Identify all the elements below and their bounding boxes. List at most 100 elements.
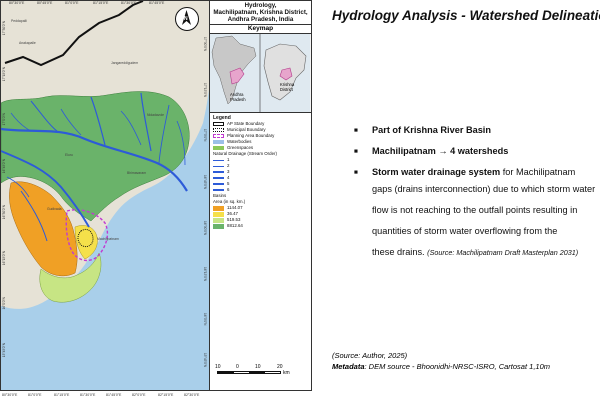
- bullet-continuation-text: these drains.: [372, 247, 425, 257]
- map-title: Hydrology, Machilipatnam, Krishna Distri…: [210, 1, 311, 23]
- tick-top: 80°30'0"E: [9, 1, 25, 5]
- place-label: Machilipatnam: [97, 237, 119, 241]
- tick-left: 15°45'0"N: [2, 343, 6, 358]
- greenspaces-swatch: [213, 146, 224, 150]
- tick-bottom: 82°0'0"E: [132, 393, 146, 397]
- scale-segment: [233, 372, 249, 373]
- tick-top: 81°0'0"E: [65, 1, 79, 5]
- municipal-boundary-swatch: [213, 128, 224, 132]
- tick-right: 16°15'0"N: [203, 267, 207, 282]
- tick-right: 17°0'0"N: [203, 129, 207, 142]
- hydrology-map: [1, 1, 209, 390]
- stream-order-line: [213, 159, 224, 161]
- legend-item: 8812.64: [213, 223, 308, 229]
- tick-right: 16°30'0"N: [203, 221, 207, 236]
- map-panel: N Peddapalli Anakapalle Jangareddigudem …: [0, 0, 312, 400]
- legend: Legend AP State Boundary Municipal Bound…: [210, 113, 311, 231]
- bullet-continuation: gaps (drains interconnection) due to whi…: [372, 184, 596, 194]
- scale-segment: [249, 372, 265, 373]
- place-label: Peddapalli: [11, 19, 27, 23]
- map-side-column: Hydrology, Machilipatnam, Krishna Distri…: [210, 0, 312, 391]
- tick-right: 17°30'0"N: [203, 37, 207, 52]
- state-boundary-swatch: [213, 122, 224, 126]
- tick-right: 16°45'0"N: [203, 175, 207, 190]
- bullet-item: Machilipatnam → 4 watersheds: [354, 145, 600, 158]
- stream-order-line: [213, 177, 224, 179]
- masterplan-source: (Source: Machilipatnam Draft Masterplan …: [427, 248, 579, 257]
- metadata-label: Metadata: [332, 362, 365, 371]
- scale-label: 10: [215, 364, 221, 370]
- metadata-line: Metadata: DEM source - Bhoonidhi-NRSC-IS…: [332, 362, 550, 371]
- tick-bottom: 82°15'0"E: [158, 393, 174, 397]
- north-arrow: N: [175, 7, 199, 31]
- tick-top: 81°45'0"E: [149, 1, 165, 5]
- bullet-item: Part of Krishna River Basin: [354, 124, 600, 137]
- bullet-list: Part of Krishna River Basin Machilipatna…: [354, 124, 600, 263]
- metadata-text: : DEM source - Bhoonidhi-NRSC-ISRO, Cart…: [364, 362, 550, 371]
- scale-bar-graphic: [217, 371, 281, 374]
- tick-left: 17°30'0"N: [2, 21, 6, 36]
- bullet-continuation: these drains. (Source: Machilipatnam Dra…: [354, 242, 600, 263]
- bullet-continuation: quantities of storm water overflowing fr…: [372, 226, 558, 236]
- planning-boundary-swatch: [213, 134, 224, 138]
- tick-left: 16°30'0"N: [2, 205, 6, 220]
- bullet-bold: Storm water drainage system: [372, 167, 501, 177]
- tick-bottom-row: 80°30'0"E 81°0'0"E 81°15'0"E 81°30'0"E 8…: [0, 392, 210, 400]
- tick-top: 81°15'0"E: [93, 1, 109, 5]
- tick-bottom: 82°30'0"E: [184, 393, 200, 397]
- keymap-label-ap: Andhra Pradesh: [230, 92, 246, 102]
- tick-bottom: 81°30'0"E: [80, 393, 96, 397]
- tick-left: 17°15'0"N: [2, 67, 6, 82]
- scale-label: 0: [236, 364, 239, 370]
- tick-top: 81°30'0"E: [121, 1, 137, 5]
- keymap-title: Keymap: [210, 24, 311, 34]
- tick-right: 16°0'0"N: [203, 313, 207, 326]
- waterbodies-swatch: [213, 140, 224, 144]
- place-label: Eluru: [65, 153, 73, 157]
- place-label: Nidadavole: [147, 113, 164, 117]
- tick-left: 16°45'0"N: [2, 159, 6, 174]
- legend-label: 8812.64: [227, 223, 243, 228]
- tick-right: 15°45'0"N: [203, 353, 207, 368]
- map-title-line: Andhra Pradesh, India: [227, 16, 294, 23]
- scale-label: 20: [277, 364, 283, 370]
- scale-segment: [264, 372, 280, 373]
- basin-swatch: [213, 223, 224, 229]
- stream-order-line: [213, 165, 224, 167]
- place-label: Anakapalle: [19, 41, 36, 45]
- slide-text-panel: Hydrology Analysis - Watershed Delineati…: [318, 0, 600, 400]
- bullet-bold: Machilipatnam → 4 watersheds: [372, 146, 509, 156]
- tick-left: 17°0'0"N: [2, 113, 6, 126]
- tick-bottom: 81°15'0"E: [54, 393, 70, 397]
- map-title-line: Hydrology,: [244, 2, 277, 9]
- place-label: Gudivada: [47, 207, 62, 211]
- legend-label: 6: [227, 187, 230, 192]
- place-label: Jangareddigudem: [111, 61, 139, 65]
- basin-swatch: [213, 217, 224, 223]
- stream-order-line: [213, 171, 224, 173]
- bullet-item: Storm water drainage system for Machilip…: [354, 166, 600, 179]
- bullet-continuation: flow is not reaching to the outfall poin…: [372, 205, 578, 215]
- bullet-bold: Part of Krishna River Basin: [372, 125, 491, 135]
- keymap: Andhra Pradesh Krishna District: [210, 34, 311, 113]
- tick-bottom: 81°45'0"E: [106, 393, 122, 397]
- tick-left: 16°0'0"N: [2, 297, 6, 310]
- tick-left: 16°15'0"N: [2, 251, 6, 266]
- bullet-rest: for Machilipatnam: [500, 167, 576, 177]
- keymap-label-krishna: Krishna District: [280, 82, 295, 92]
- stream-order-line: [213, 188, 224, 192]
- scale-label: 10: [255, 364, 261, 370]
- scale-segment: [218, 372, 234, 373]
- source-author: (Source: Author, 2025): [332, 351, 408, 360]
- tick-bottom: 80°30'0"E: [2, 393, 18, 397]
- slide-title: Hydrology Analysis - Watershed Delineati…: [332, 8, 600, 23]
- scale-bar: 10 0 10 20 km: [215, 364, 305, 386]
- place-label: Bhimavaram: [127, 171, 147, 175]
- scale-unit: km: [283, 370, 290, 376]
- tick-right: 17°15'0"N: [203, 83, 207, 98]
- basin-swatch: [213, 205, 224, 211]
- map-frame: N Peddapalli Anakapalle Jangareddigudem …: [0, 0, 210, 391]
- stream-order-line: [213, 183, 224, 185]
- keymap-graphic: [210, 34, 310, 112]
- tick-bottom: 81°0'0"E: [28, 393, 42, 397]
